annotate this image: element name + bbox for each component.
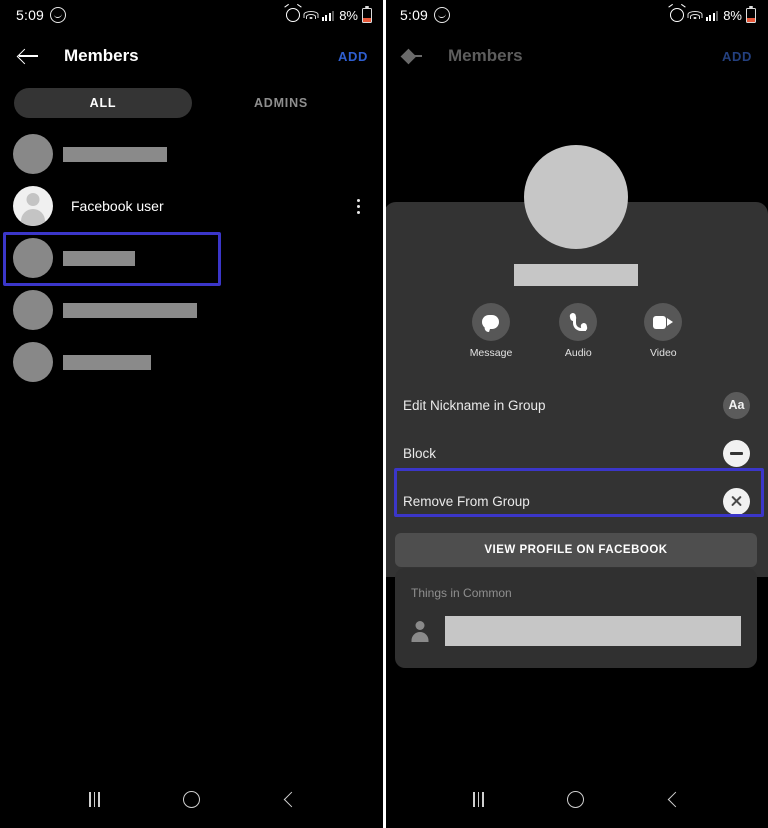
left-phone-panel: 5:09 8% Members ADD ALL ADMINS Facebook … bbox=[0, 0, 384, 828]
status-time: 5:09 bbox=[16, 7, 45, 23]
member-list: Facebook user bbox=[0, 118, 384, 388]
status-time: 5:09 bbox=[400, 7, 429, 23]
panel-divider bbox=[383, 0, 386, 828]
status-bar-right: 5:09 8% bbox=[384, 0, 768, 30]
wifi-icon bbox=[687, 10, 703, 21]
message-action-button[interactable]: Message bbox=[469, 303, 513, 359]
menu-item-edit-nickname[interactable]: Edit Nickname in Group Aa bbox=[384, 381, 768, 429]
status-bar-left: 5:09 8% bbox=[0, 0, 384, 30]
add-button[interactable]: ADD bbox=[338, 49, 368, 64]
tab-all[interactable]: ALL bbox=[14, 88, 192, 118]
menu-item-remove-from-group[interactable]: Remove From Group bbox=[384, 477, 768, 525]
status-bar-right-group: 8% bbox=[285, 7, 372, 23]
alarm-icon bbox=[285, 8, 300, 22]
status-bar-left-group: 5:09 bbox=[400, 7, 451, 23]
tab-admins[interactable]: ADMINS bbox=[192, 88, 370, 118]
member-name-redacted bbox=[63, 354, 151, 370]
member-row[interactable] bbox=[0, 336, 384, 388]
aa-glyph: Aa bbox=[728, 397, 745, 412]
view-profile-on-facebook-button[interactable]: VIEW PROFILE ON FACEBOOK bbox=[395, 533, 757, 567]
back-arrow-icon[interactable] bbox=[16, 43, 42, 69]
signal-bars-icon bbox=[321, 10, 335, 21]
phone-icon bbox=[559, 303, 598, 341]
signal-bars-icon bbox=[705, 10, 719, 21]
remove-x-icon bbox=[723, 487, 750, 515]
app-bar-left: Members ADD bbox=[0, 30, 384, 82]
overflow-menu-icon[interactable] bbox=[348, 196, 368, 216]
right-phone-panel: 5:09 8% Members ADD Message Audio Video … bbox=[384, 0, 768, 828]
member-row[interactable] bbox=[0, 128, 384, 180]
recents-icon[interactable] bbox=[75, 779, 115, 819]
audio-action-label: Audio bbox=[564, 347, 592, 359]
home-icon[interactable] bbox=[172, 779, 212, 819]
view-profile-label: VIEW PROFILE ON FACEBOOK bbox=[484, 544, 668, 556]
member-row[interactable] bbox=[0, 232, 384, 284]
page-title: Members bbox=[448, 46, 523, 65]
video-action-button[interactable]: Video bbox=[644, 303, 683, 359]
avatar bbox=[13, 134, 53, 174]
things-in-common-item[interactable] bbox=[411, 616, 741, 646]
text-format-aa-icon: Aa bbox=[723, 391, 750, 419]
page-title: Members bbox=[64, 46, 139, 65]
message-action-label: Message bbox=[469, 347, 513, 359]
member-name: Facebook user bbox=[71, 198, 164, 214]
nav-back-icon[interactable] bbox=[269, 779, 309, 819]
profile-name-redacted bbox=[514, 264, 638, 286]
screenshot-root: 5:09 8% Members ADD ALL ADMINS Facebook … bbox=[0, 0, 768, 828]
add-button[interactable]: ADD bbox=[722, 49, 752, 64]
menu-item-label: Block bbox=[403, 445, 437, 461]
battery-percent: 8% bbox=[339, 7, 358, 23]
profile-avatar bbox=[524, 145, 628, 249]
battery-low-icon bbox=[362, 7, 372, 23]
battery-low-icon bbox=[746, 7, 756, 23]
member-name-redacted bbox=[63, 250, 135, 266]
avatar bbox=[13, 290, 53, 330]
avatar bbox=[13, 186, 53, 226]
back-arrow-icon[interactable] bbox=[400, 43, 426, 69]
battery-percent: 8% bbox=[723, 7, 742, 23]
block-minus-icon bbox=[723, 439, 750, 467]
menu-item-label: Remove From Group bbox=[403, 493, 530, 509]
avatar bbox=[13, 342, 53, 382]
android-nav-bar bbox=[384, 770, 768, 828]
member-name-redacted bbox=[63, 146, 167, 162]
member-name-redacted bbox=[63, 302, 197, 318]
chat-bubble-icon bbox=[471, 303, 510, 341]
profile-menu: Edit Nickname in Group Aa Block Remove F… bbox=[384, 381, 768, 525]
app-bar-right: Members ADD bbox=[384, 30, 768, 82]
things-in-common-title: Things in Common bbox=[411, 586, 512, 600]
profile-actions: Message Audio Video bbox=[384, 303, 768, 359]
messenger-badge-icon bbox=[434, 7, 451, 23]
home-icon[interactable] bbox=[556, 779, 596, 819]
person-icon bbox=[411, 621, 429, 641]
avatar bbox=[13, 238, 53, 278]
messenger-badge-icon bbox=[50, 7, 67, 23]
member-row[interactable]: Facebook user bbox=[0, 180, 384, 232]
menu-item-label: Edit Nickname in Group bbox=[403, 397, 546, 413]
menu-item-block[interactable]: Block bbox=[384, 429, 768, 477]
android-nav-bar bbox=[0, 770, 384, 828]
things-in-common-value-redacted bbox=[445, 616, 741, 646]
video-action-label: Video bbox=[649, 347, 677, 359]
nav-back-icon[interactable] bbox=[653, 779, 693, 819]
status-bar-right-group: 8% bbox=[669, 7, 756, 23]
status-bar-left-group: 5:09 bbox=[16, 7, 67, 23]
audio-action-button[interactable]: Audio bbox=[559, 303, 598, 359]
video-camera-icon bbox=[644, 303, 683, 341]
wifi-icon bbox=[303, 10, 319, 21]
recents-icon[interactable] bbox=[459, 779, 499, 819]
alarm-icon bbox=[669, 8, 684, 22]
member-tabs: ALL ADMINS bbox=[0, 82, 384, 118]
profile-bottom-sheet: Message Audio Video Edit Nickname in Gro… bbox=[384, 145, 768, 577]
member-row[interactable] bbox=[0, 284, 384, 336]
things-in-common-card: Things in Common bbox=[395, 568, 757, 668]
